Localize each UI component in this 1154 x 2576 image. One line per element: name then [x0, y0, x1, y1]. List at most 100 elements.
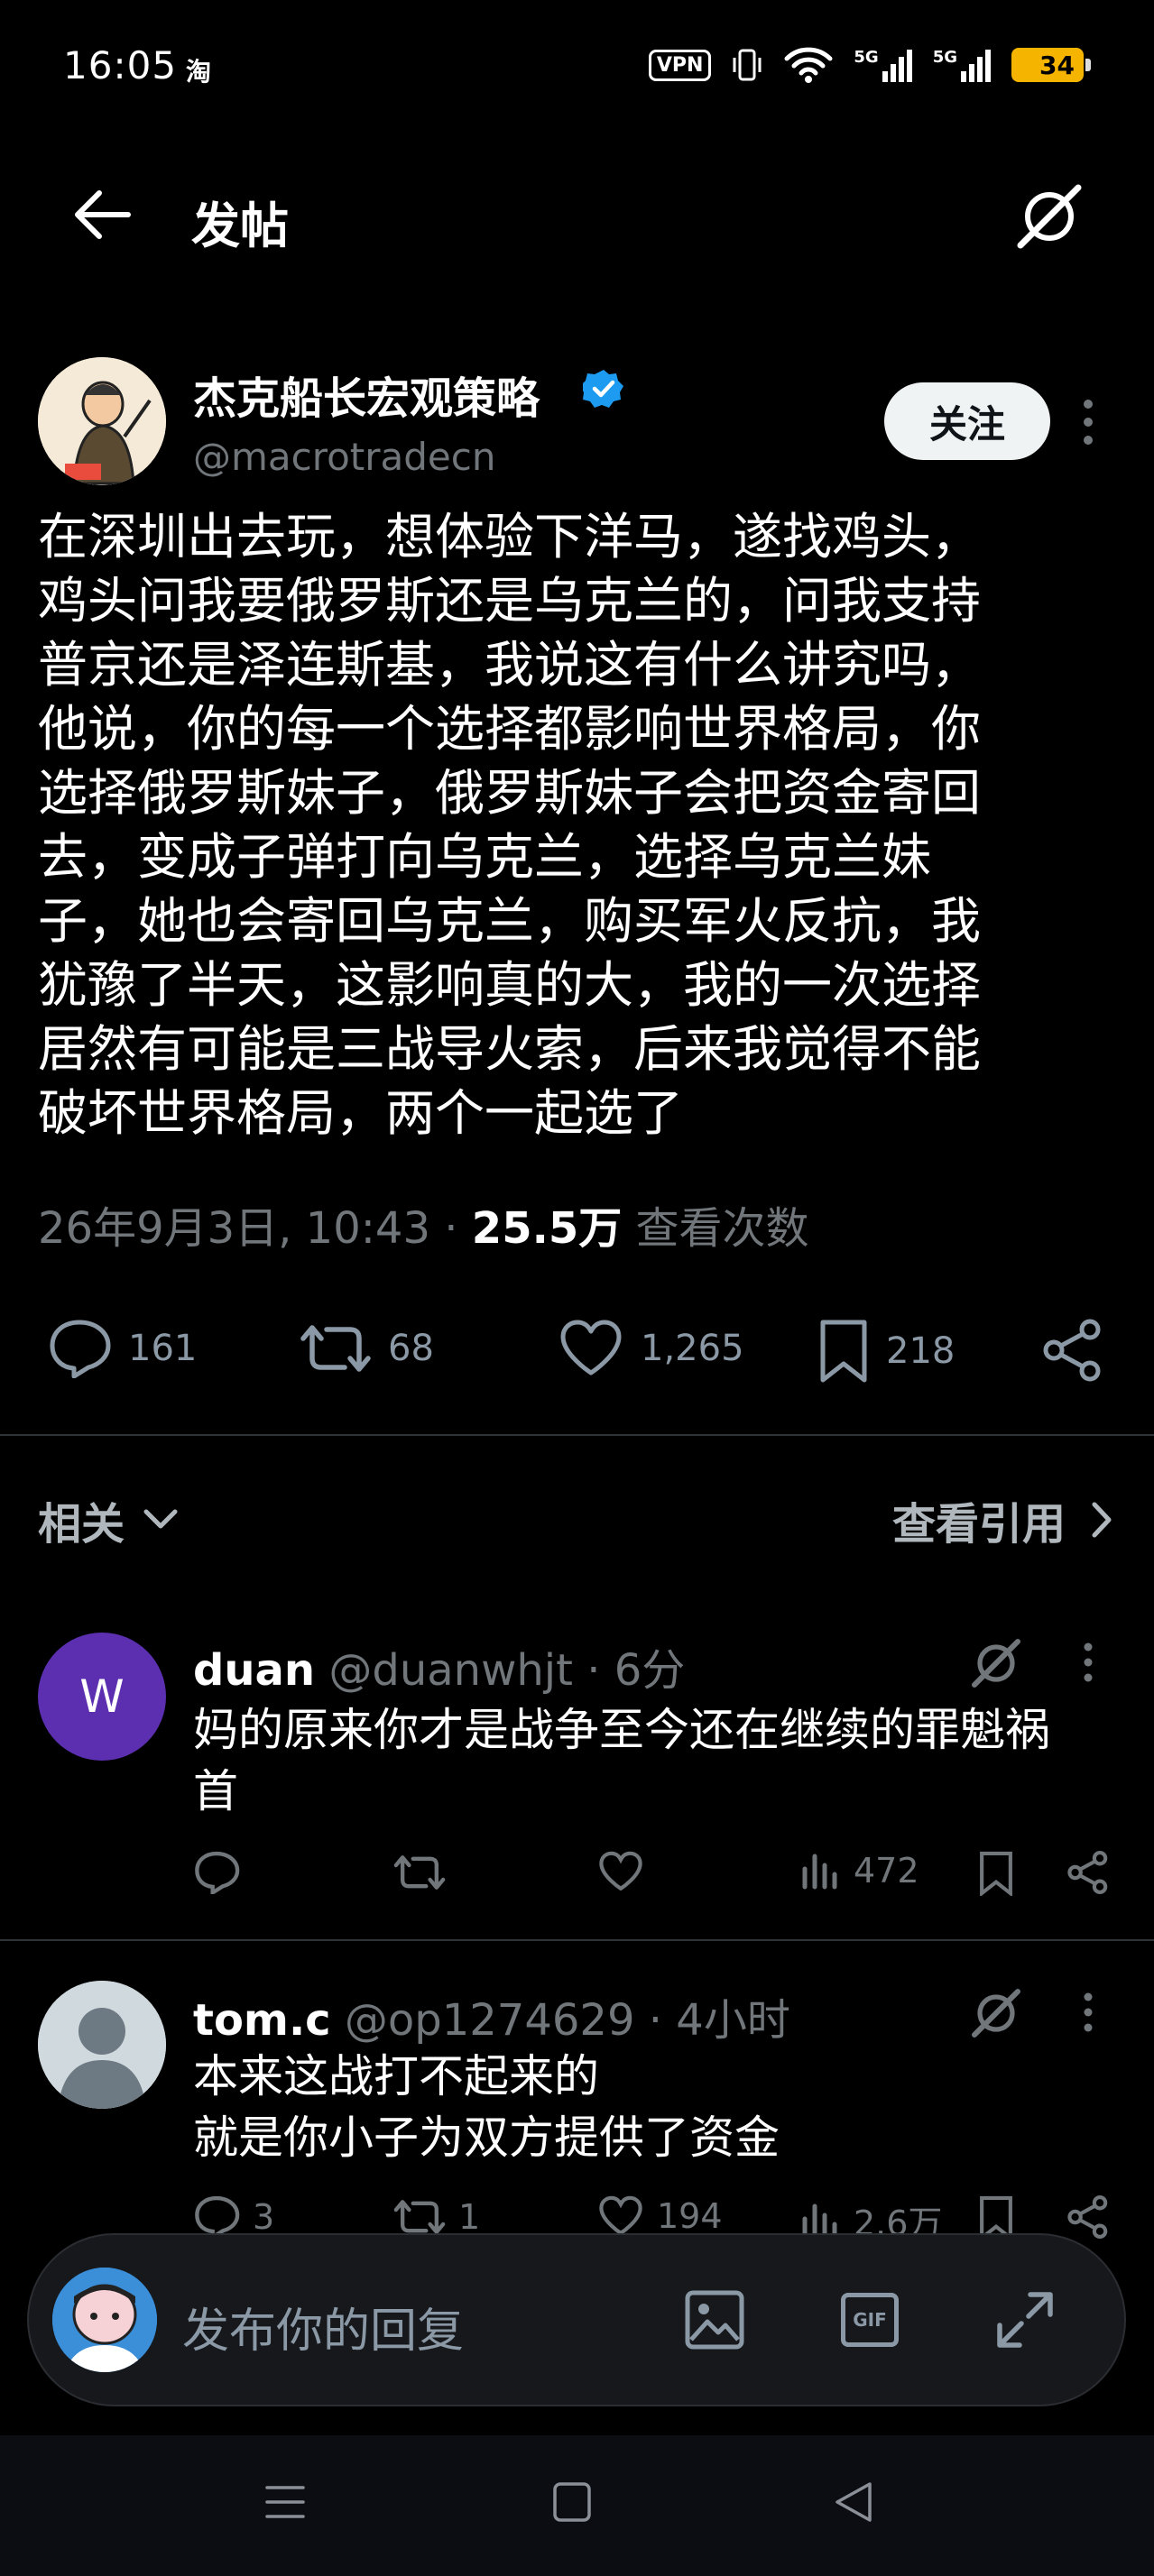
reply-share-button[interactable]	[1066, 1851, 1110, 1894]
grok-button[interactable]	[1013, 180, 1085, 253]
meta-separator: ·	[444, 1203, 472, 1254]
wifi-icon	[784, 47, 833, 83]
reply-text: 妈的原来你才是战争至今还在继续的罪魁祸 首	[193, 1704, 1050, 1817]
views-chart-icon	[802, 1854, 837, 1890]
back-button[interactable]	[70, 188, 134, 242]
view-count: 25.5万	[471, 1203, 623, 1254]
author-name[interactable]: 杰克船长宏观策略	[193, 363, 540, 426]
repost-count: 68	[388, 1328, 434, 1369]
follow-button[interactable]: 关注	[884, 382, 1050, 460]
repost-button[interactable]: 68	[300, 1319, 434, 1378]
reply-share-button[interactable]	[1066, 2195, 1110, 2239]
reply-repost-button[interactable]	[393, 1851, 458, 1894]
reply-views[interactable]: 472	[801, 1851, 919, 1891]
bookmark-button[interactable]: 218	[817, 1319, 955, 1384]
reply-action-bar: 472	[193, 1851, 1122, 1914]
reply-compose-bar[interactable]: 发布你的回复 GIF	[27, 2233, 1126, 2406]
bookmark-icon	[820, 1320, 867, 1383]
repost-icon	[300, 1325, 371, 1372]
reply-author-name[interactable]: tom.c	[193, 1995, 331, 2046]
reply-like-button[interactable]	[597, 1851, 657, 1892]
more-vertical-icon	[1084, 1992, 1093, 2032]
status-time: 16:05	[63, 43, 178, 87]
reply-count: 161	[128, 1328, 198, 1369]
chevron-right-icon	[1092, 1502, 1112, 1538]
reply-author-name[interactable]: duan	[193, 1645, 315, 1696]
signal-bars-icon	[961, 50, 991, 82]
menu-icon	[265, 2486, 305, 2518]
reply-reply-button[interactable]	[193, 1851, 253, 1894]
divider	[0, 1434, 1154, 1436]
home-button[interactable]	[552, 2480, 592, 2524]
author-avatar[interactable]	[38, 357, 166, 485]
reply-text: 本来这战打不起来的 就是你小子为双方提供了资金	[193, 2050, 780, 2164]
share-icon	[1043, 1319, 1101, 1382]
signal-bars-icon	[882, 50, 912, 82]
author-handle[interactable]: @macrotradecn	[193, 435, 495, 479]
system-back-button[interactable]	[834, 2480, 873, 2524]
reply-avatar[interactable]	[38, 1981, 166, 2109]
cartoon-avatar-icon	[52, 2268, 157, 2372]
system-navigation-bar	[0, 2435, 1154, 2576]
post-timestamp[interactable]: 26年9月3日, 10:43	[38, 1203, 430, 1254]
arrow-left-icon	[75, 190, 131, 239]
more-vertical-icon	[1084, 1642, 1093, 1682]
grok-icon	[1017, 184, 1082, 249]
reply-item[interactable]: W duan @duanwhjt · 6分 妈的原来你才是战争至今还在继续的罪魁…	[0, 1624, 1154, 1939]
related-label: 相关	[38, 1499, 125, 1550]
more-options-button[interactable]	[1079, 397, 1097, 447]
bookmark-count: 218	[886, 1330, 956, 1372]
like-button[interactable]: 1,265	[558, 1319, 744, 1378]
reply-author-handle[interactable]: @op1274629	[345, 1995, 635, 2046]
app-notification-indicator: 淘	[186, 57, 212, 87]
view-count-label: 查看次数	[635, 1203, 809, 1254]
verified-badge	[583, 368, 624, 409]
grok-icon	[972, 1989, 1020, 2038]
cartoon-avatar-icon	[38, 357, 166, 485]
reply-bookmark-button[interactable]	[978, 1851, 1014, 1896]
post-action-bar: 161 68 1,265 218	[0, 1299, 1154, 1398]
reply-grok-button[interactable]	[969, 1986, 1023, 2040]
verified-check-icon	[583, 370, 623, 408]
current-user-avatar[interactable]	[52, 2268, 157, 2372]
reply-header: duan @duanwhjt · 6分	[193, 1634, 685, 1697]
vpn-badge: VPN	[648, 49, 712, 81]
reply-button[interactable]: 161	[47, 1319, 197, 1378]
vibrate-icon	[733, 49, 762, 81]
reply-input[interactable]: 发布你的回复	[182, 2293, 464, 2360]
grok-icon	[972, 1639, 1020, 1688]
share-button[interactable]	[1041, 1319, 1104, 1382]
more-vertical-icon	[1084, 400, 1093, 445]
heart-icon	[560, 1320, 622, 1375]
reply-repost-button[interactable]: 1	[393, 2195, 480, 2239]
reply-reply-button[interactable]: 3	[193, 2195, 274, 2239]
add-gif-button[interactable]: GIF	[841, 2293, 899, 2347]
recent-apps-button[interactable]	[263, 2480, 307, 2524]
bookmark-icon	[980, 1851, 1012, 1896]
like-count: 1,265	[641, 1328, 744, 1369]
post-meta: 26年9月3日, 10:43 · 25.5万 查看次数	[38, 1192, 809, 1256]
reply-like-button[interactable]: 194	[597, 2195, 723, 2237]
reply-more-button[interactable]	[1081, 1992, 1095, 2033]
add-image-button[interactable]	[684, 2289, 745, 2351]
reply-item[interactable]: tom.c @op1274629 · 4小时 本来这战打不起来的 就是你小子为双…	[0, 1975, 1154, 2246]
reply-more-button[interactable]	[1081, 1642, 1095, 1683]
view-quotes-link[interactable]: 查看引用	[892, 1488, 1112, 1551]
related-sort-dropdown[interactable]: 相关	[38, 1488, 179, 1551]
heart-icon	[599, 2195, 642, 2236]
heart-icon	[599, 1851, 642, 1891]
signal-1: 5G	[854, 48, 912, 82]
reply-grok-button[interactable]	[969, 1636, 1023, 1690]
page-title: 发帖	[191, 198, 289, 254]
reply-author-handle[interactable]: @duanwhjt	[328, 1645, 573, 1696]
reply-time: · 4小时	[648, 1995, 790, 2046]
triangle-back-icon	[835, 2482, 872, 2522]
reply-time: · 6分	[586, 1645, 686, 1696]
view-quotes-label: 查看引用	[891, 1499, 1066, 1550]
battery-indicator: 34	[1011, 48, 1091, 82]
expand-compose-button[interactable]	[994, 2289, 1056, 2351]
post-text: 在深圳出去玩，想体验下洋马，遂找鸡头， 鸡头问我要俄罗斯还是乌克兰的，问我支持 …	[38, 508, 982, 1142]
repost-icon	[393, 1855, 446, 1890]
expand-icon	[997, 2292, 1053, 2348]
reply-avatar[interactable]: W	[38, 1633, 166, 1761]
